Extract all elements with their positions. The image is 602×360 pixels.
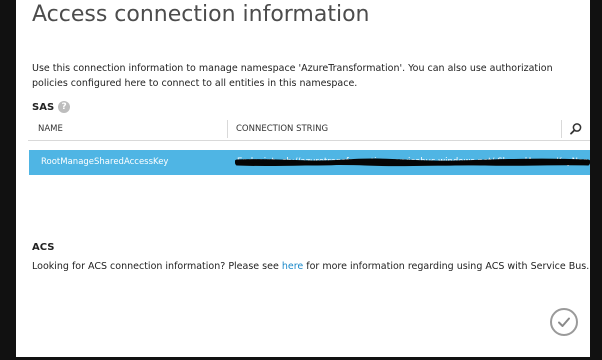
access-connection-dialog: Access connection information Use this c…: [16, 0, 590, 357]
help-icon[interactable]: ?: [58, 101, 71, 113]
search-icon[interactable]: [568, 121, 584, 137]
row-policy-name: RootManageSharedAccessKey: [41, 157, 169, 167]
ok-button[interactable]: [550, 308, 578, 336]
acs-info-text: Looking for ACS connection information? …: [32, 261, 589, 272]
sas-section-heading: SAS ?: [32, 101, 71, 113]
dialog-title: Access connection information: [32, 2, 370, 27]
table-header: NAME CONNECTION STRING: [28, 118, 590, 141]
column-divider: [227, 120, 228, 138]
acs-text-before: Looking for ACS connection information? …: [32, 261, 282, 272]
window-frame-right: [590, 0, 602, 360]
sas-heading-label: SAS: [32, 101, 55, 113]
window-frame-left: [0, 0, 16, 360]
acs-here-link[interactable]: here: [282, 261, 303, 272]
column-header-name[interactable]: NAME: [38, 124, 63, 134]
checkmark-icon: [558, 317, 570, 327]
column-divider: [561, 120, 562, 138]
acs-section-heading: ACS: [32, 242, 55, 253]
redaction-scribble: [235, 158, 590, 167]
table-row-selected[interactable]: RootManageSharedAccessKey Endpoint=sb://…: [29, 150, 590, 175]
acs-text-after: for more information regarding using ACS…: [303, 261, 590, 272]
dialog-description: Use this connection information to manag…: [32, 63, 553, 89]
column-header-connection-string[interactable]: CONNECTION STRING: [236, 124, 328, 134]
